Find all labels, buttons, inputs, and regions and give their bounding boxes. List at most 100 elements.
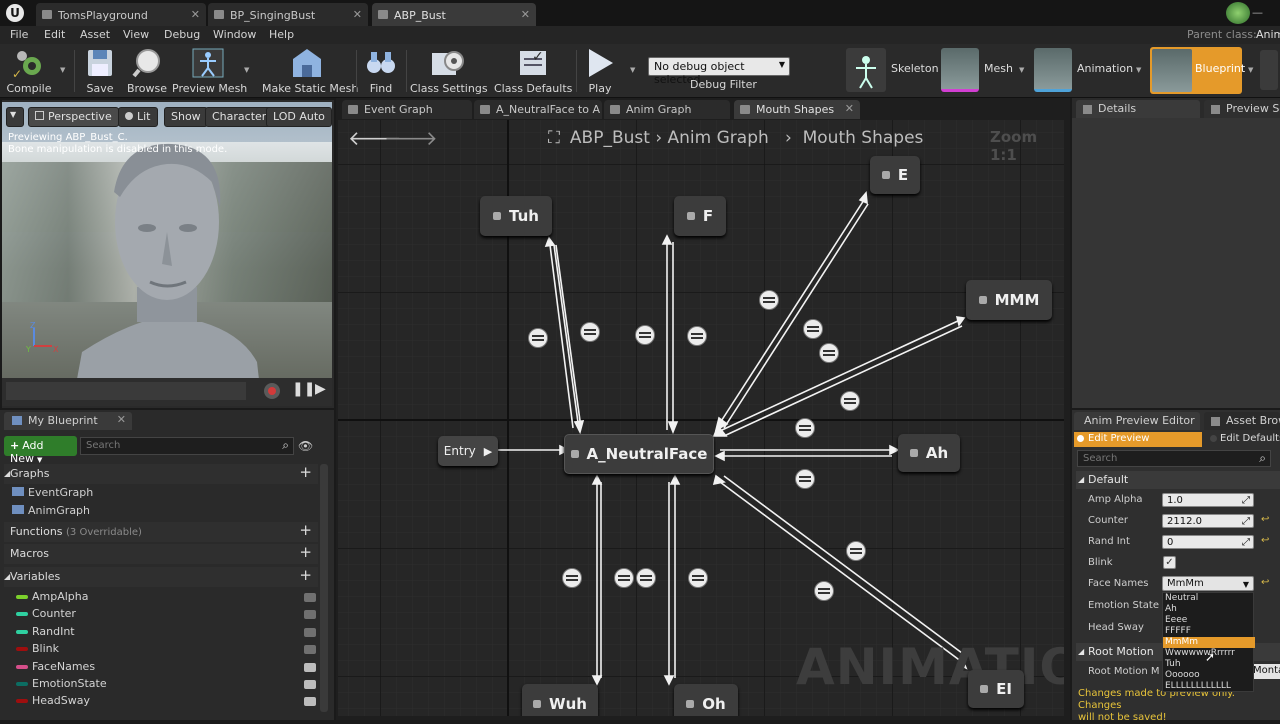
variable-item[interactable]: EmotionState [4,676,318,693]
persona-icon[interactable] [1260,50,1278,90]
face-names-select[interactable]: MmMm ▼ [1162,576,1254,591]
state-node-wuh[interactable]: Wuh [522,684,598,716]
breadcrumb-anim-graph[interactable]: Anim Graph [668,128,769,148]
transition-rule-icon[interactable] [636,568,656,588]
pause-button[interactable]: ❚❚ [292,381,315,397]
menu-view[interactable]: View [123,28,149,41]
perspective-button[interactable]: Perspective [28,107,119,127]
add-variable-button[interactable]: + [299,566,312,584]
face-name-option[interactable]: MmMm [1163,637,1255,648]
menu-window[interactable]: Window [213,28,256,41]
skeleton-mode-icon[interactable] [846,48,886,92]
lod-auto-button[interactable]: LOD Auto [266,107,332,127]
tab-abp-bust[interactable]: ABP_Bust ✕ [372,3,536,26]
tab-bp-singingbust[interactable]: BP_SingingBust ✕ [208,3,368,26]
transition-rule-icon[interactable] [795,418,815,438]
blueprint-scrollbar[interactable] [320,464,328,712]
variable-item[interactable]: AmpAlpha [4,589,318,606]
close-icon[interactable]: ✕ [117,413,126,426]
notification-icon[interactable] [1226,2,1250,24]
add-macro-button[interactable]: + [299,543,312,561]
minimize-icon[interactable]: — [1252,6,1263,19]
blink-checkbox[interactable]: ✓ [1163,556,1176,569]
transition-rule-icon[interactable] [562,568,582,588]
graphs-section-header[interactable]: ◢ Graphs + [4,463,318,484]
variable-visibility-eye-icon[interactable] [304,610,316,620]
tab-tomsplayground[interactable]: TomsPlayground ✕ [36,3,206,26]
state-node-f[interactable]: F [674,196,726,236]
menu-debug[interactable]: Debug [164,28,200,41]
face-name-option[interactable]: Eeee [1163,615,1255,626]
character-button[interactable]: Character [205,107,274,127]
state-node-mmm[interactable]: MMM [966,280,1052,320]
variable-item[interactable]: RandInt [4,624,318,641]
reset-to-default-icon[interactable]: ↩ [1261,577,1269,588]
play-forward-button[interactable]: ▶ [315,381,326,397]
class-defaults-button[interactable]: ✓ Class Defaults [494,46,572,96]
record-button[interactable] [264,383,280,399]
amp-alpha-input[interactable]: 1.0 ⤢ [1162,493,1254,507]
transition-rule-icon[interactable] [580,322,600,342]
state-machine-graph[interactable]: 🡐 🡒 ⛶ ABP_Bust › Anim Graph › Mouth Shape… [338,120,1064,716]
variable-visibility-eye-icon[interactable] [304,680,316,689]
counter-input[interactable]: 2112.0 ⤢ [1162,514,1254,528]
variable-visibility-eye-icon[interactable] [304,627,316,637]
transition-rule-icon[interactable] [528,328,548,348]
variables-section-header[interactable]: ◢ Variables + [4,566,318,587]
timeline-scrubber[interactable] [6,382,246,400]
tab-asset-browser[interactable]: Asset Brow [1204,412,1280,430]
tab-my-blueprint[interactable]: My Blueprint ✕ [4,412,132,430]
mesh-chevron[interactable]: ▼ [1019,66,1024,74]
functions-section-header[interactable]: Functions (3 Overridable) + [4,521,318,542]
face-name-option[interactable]: ELLLLLLLLLLLL [1163,681,1255,692]
variable-visibility-eye-icon[interactable] [304,645,316,655]
blueprint-search-input[interactable]: Search ⌕ [80,437,294,455]
state-node-ah[interactable]: Ah [898,434,960,472]
compile-button[interactable]: ✓ Compile [4,46,54,96]
tab-mouth-shapes[interactable]: Mouth Shapes ✕ [734,100,860,119]
reset-to-default-icon[interactable]: ↩ [1261,514,1269,525]
preview-mesh-button[interactable]: Preview Mesh [172,46,247,96]
close-icon[interactable]: ✕ [521,8,530,21]
animation-chevron[interactable]: ▼ [1136,66,1141,74]
show-button[interactable]: Show [164,107,208,127]
menu-asset[interactable]: Asset [80,28,110,41]
graph-item-animgraph[interactable]: AnimGraph [12,504,90,517]
menu-file[interactable]: File [10,28,28,41]
blueprint-chevron[interactable]: ▼ [1248,66,1253,74]
transition-rule-icon[interactable] [635,325,655,345]
transition-rule-icon[interactable] [759,290,779,310]
tab-anim-preview-editor[interactable]: Anim Preview Editor [1074,412,1200,430]
play-options-chevron[interactable]: ▼ [630,66,635,74]
mode-mesh[interactable]: Mesh [984,62,1013,75]
tab-anim-graph[interactable]: Anim Graph [604,100,730,119]
transition-rule-icon[interactable] [803,319,823,339]
variable-visibility-eye-icon[interactable] [304,662,316,672]
face-name-option[interactable]: Oooooo [1163,670,1255,681]
transition-rule-icon[interactable] [795,469,815,489]
save-button[interactable]: Save [80,46,120,96]
tab-details[interactable]: Details [1076,100,1200,118]
variable-item[interactable]: Counter [4,606,318,623]
edit-preview-button[interactable]: Edit Preview [1074,432,1202,447]
debug-object-select[interactable]: No debug object selected ▼ [648,57,790,86]
variable-item[interactable]: Blink [4,641,318,658]
add-new-button[interactable]: + Add New ▼ [4,436,77,465]
play-button[interactable]: Play [580,46,620,96]
state-node-oh[interactable]: Oh [674,684,738,716]
variable-item[interactable]: FaceNames [4,659,318,676]
face-name-option[interactable]: Neutral [1163,593,1255,604]
preview-viewport[interactable]: ▼ Perspective Lit Show Character LOD Aut… [2,102,332,406]
reset-to-default-icon[interactable]: ↩ [1261,535,1269,546]
add-function-button[interactable]: + [299,521,312,539]
face-name-option[interactable]: Ah [1163,604,1255,615]
breadcrumb-asset[interactable]: ABP_Bust [570,128,650,148]
close-icon[interactable]: ✕ [191,8,200,21]
compile-options-chevron[interactable]: ▼ [60,66,65,74]
transition-rule-icon[interactable] [688,568,708,588]
default-category-header[interactable]: ◢ Default [1076,471,1280,489]
transition-rule-icon[interactable] [846,541,866,561]
blueprint-mode-tab[interactable]: Blueprint [1150,47,1245,94]
transition-rule-icon[interactable] [614,568,634,588]
forward-arrow-icon[interactable]: 🡒 [384,126,438,150]
